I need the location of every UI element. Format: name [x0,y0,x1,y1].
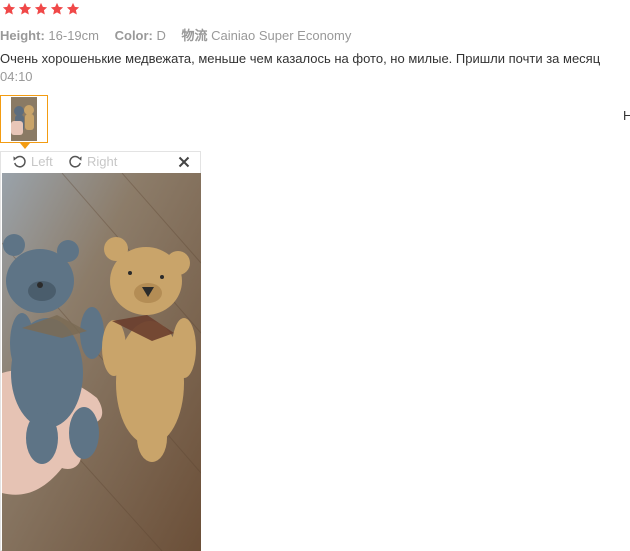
star-icon [66,2,80,15]
shipping-key: 物流 [181,28,208,43]
truncated-text-edge: Н [623,108,630,123]
review-photo-thumbnail[interactable] [0,95,48,143]
review-time: 04:10 [0,69,33,84]
rotate-right-label: Right [87,154,118,169]
rotate-left-label: Left [31,154,53,169]
rotate-left-icon [13,155,26,168]
thumbnail-image [11,97,37,141]
rotate-right-button[interactable]: Right [68,154,117,169]
height-value: 16-19cm [48,28,99,43]
height-key: Height: [0,28,45,43]
close-icon[interactable] [177,155,191,169]
star-icon [34,2,48,15]
star-icon [50,2,64,15]
rotate-left-button[interactable]: Left [12,154,53,169]
star-icon [2,2,16,15]
review-text: Очень хорошенькие медвежата, меньше чем … [0,51,601,66]
color-value: D [156,28,166,43]
thumbnail-pointer [20,143,30,149]
shipping-value: Cainiao Super Economy [211,28,352,43]
viewer-toolbar: Left Right [1,152,200,173]
order-attributes: Height: 16-19cm Color: D 物流 Cainiao Supe… [0,25,363,44]
color-key: Color: [114,28,153,43]
photo-viewer: Left Right [0,151,201,551]
rotate-right-icon [69,155,82,168]
star-icon [18,2,32,15]
review-photo [2,173,201,551]
rating-stars [2,2,80,18]
